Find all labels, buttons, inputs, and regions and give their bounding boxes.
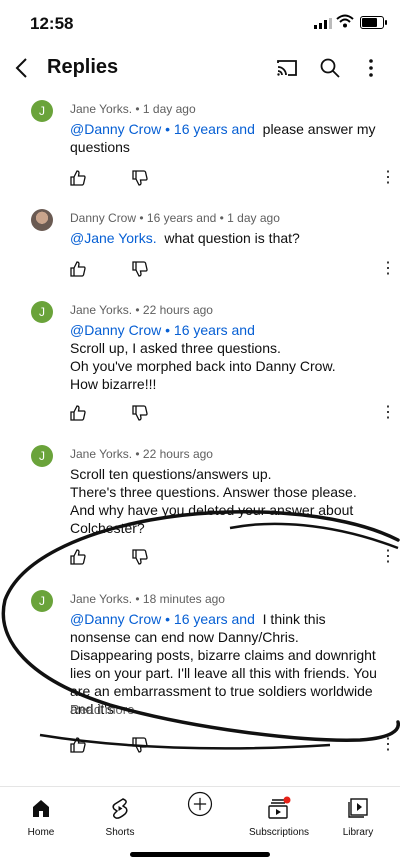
battery-icon [360,16,387,29]
dislike-icon[interactable] [132,549,148,565]
avatar[interactable]: J [31,100,53,122]
cast-icon[interactable] [276,58,298,78]
page-title: Replies [47,56,119,78]
dislike-icon[interactable] [132,170,148,186]
comment-meta: Jane Yorks. • 1 day ago [70,102,196,116]
nav-subscriptions[interactable]: Subscriptions [239,795,319,838]
add-icon [187,791,213,817]
comment-author: Jane Yorks. [70,102,133,116]
status-time: 12:58 [30,14,74,33]
comment-meta: Danny Crow • 16 years and • 1 day ago [70,211,280,225]
comment-body: what question is that? [164,230,300,246]
more-options-icon[interactable] [368,58,374,78]
avatar[interactable] [31,209,53,231]
status-bar: 12:58 [0,0,400,44]
comment-more-icon[interactable]: ⋮ [380,170,396,186]
comment-meta: Jane Yorks. • 22 hours ago [70,447,213,461]
home-indicator[interactable] [130,852,270,857]
search-icon[interactable] [320,58,340,78]
dislike-icon[interactable] [132,405,148,421]
comment-text: @Danny Crow • 16 years and Scroll up, I … [70,321,380,393]
comment-author: Jane Yorks. [70,303,133,317]
avatar[interactable]: J [31,301,53,323]
comment-age: 1 day ago [142,102,196,116]
nav-create[interactable] [160,791,240,823]
header: Replies [0,44,400,92]
read-more-link[interactable]: Read more [70,702,134,717]
comment-age: 16 years and • 1 day ago [146,211,280,225]
back-arrow-icon[interactable] [12,56,32,80]
like-icon[interactable] [70,170,86,186]
subscriptions-icon [268,796,291,819]
dislike-icon[interactable] [132,737,148,753]
comment-more-icon[interactable]: ⋮ [380,549,396,565]
like-icon[interactable] [70,549,86,565]
shorts-icon [112,798,128,819]
like-icon[interactable] [70,261,86,277]
nav-home[interactable]: Home [1,795,81,838]
comment-age: 22 hours ago [142,303,213,317]
home-icon [33,800,49,817]
comment-text: Scroll ten questions/answers up. There's… [70,466,357,536]
comment-more-icon[interactable]: ⋮ [380,405,396,421]
library-icon [348,798,368,818]
comment-more-icon[interactable]: ⋮ [380,737,396,753]
nav-shorts-label: Shorts [105,827,135,838]
comment-text: @Jane Yorks. what question is that? [70,229,380,247]
comment-meta: Jane Yorks. • 22 hours ago [70,303,213,317]
like-icon[interactable] [70,737,86,753]
mention-link[interactable]: @Danny Crow • 16 years and [70,611,255,627]
mention-link[interactable]: @Danny Crow • 16 years and [70,121,255,137]
comment-more-icon[interactable]: ⋮ [380,261,396,277]
like-icon[interactable] [70,405,86,421]
comment-author: Danny Crow [70,211,137,225]
mention-link[interactable]: @Jane Yorks. [70,230,157,246]
dislike-icon[interactable] [132,261,148,277]
comment-text: @Danny Crow • 16 years and please answer… [70,120,380,156]
nav-library-label: Library [342,827,374,838]
nav-subscriptions-label: Subscriptions [248,827,310,838]
wifi-icon [336,14,354,28]
comment-author: Jane Yorks. [70,447,133,461]
comment-author: Jane Yorks. [70,592,133,606]
comment-body: Scroll up, I asked three questions. Oh y… [70,340,336,392]
comment-age: 18 minutes ago [142,592,225,606]
nav-shorts[interactable]: Shorts [80,795,160,838]
signal-icon [314,18,332,29]
avatar[interactable]: J [31,445,53,467]
nav-library[interactable]: Library [318,795,398,838]
avatar[interactable]: J [31,590,53,612]
comment-age: 22 hours ago [142,447,213,461]
nav-home-label: Home [27,827,55,838]
comment-meta: Jane Yorks. • 18 minutes ago [70,592,225,606]
mention-link[interactable]: @Danny Crow • 16 years and [70,322,255,338]
